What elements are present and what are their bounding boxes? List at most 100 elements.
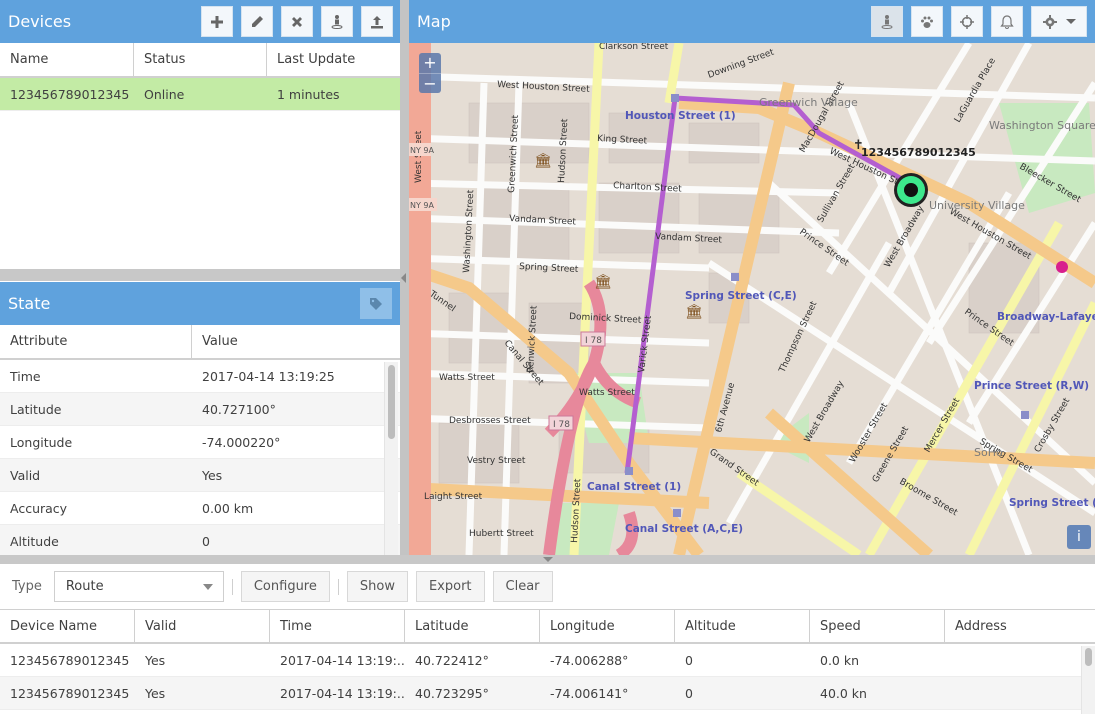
street-view-icon bbox=[881, 14, 893, 29]
neighborhood-label: Washington Square Village bbox=[989, 119, 1095, 132]
street-label: Hubertt Street bbox=[469, 529, 534, 539]
street-label: Laight Street bbox=[424, 492, 483, 502]
collapse-arrow-icon[interactable] bbox=[543, 557, 553, 562]
paw-icon bbox=[921, 16, 933, 28]
state-row[interactable]: Longitude -74.000220° bbox=[0, 426, 400, 459]
map-canvas[interactable]: 🏛🏛🏛 ✝ West Houston Street King Street Ch… bbox=[409, 43, 1095, 555]
clear-button[interactable]: Clear bbox=[492, 571, 553, 602]
share-button[interactable] bbox=[361, 6, 393, 37]
bottom-splitter[interactable] bbox=[0, 555, 1095, 564]
report-type-value: Route bbox=[65, 579, 104, 594]
attribute-name: Longitude bbox=[10, 434, 73, 450]
left-splitter[interactable] bbox=[0, 269, 400, 281]
station-label: Canal Street (1) bbox=[587, 481, 681, 493]
neighborhood-label: SoHo bbox=[974, 446, 1003, 459]
type-label: Type bbox=[12, 579, 42, 594]
map-title: Map bbox=[417, 12, 451, 31]
attribute-value: Yes bbox=[202, 467, 223, 483]
device-name: 123456789012345 bbox=[10, 86, 130, 102]
show-button[interactable]: Show bbox=[346, 571, 408, 602]
attribute-name: Latitude bbox=[10, 401, 62, 417]
devices-title: Devices bbox=[8, 12, 72, 31]
state-row[interactable]: Time 2017-04-14 13:19:25 bbox=[0, 360, 400, 393]
street-label: Clarkson Street bbox=[599, 43, 669, 52]
svg-text:🏛: 🏛 bbox=[594, 273, 612, 290]
neighborhood-label: Greenwich Village bbox=[759, 96, 858, 109]
column-last-update[interactable]: Last Update bbox=[267, 43, 400, 76]
report-row[interactable]: 123456789012345 Yes 2017-04-14 13:19:...… bbox=[0, 644, 1095, 677]
devices-header: Devices bbox=[0, 0, 400, 43]
attribution-button[interactable]: i bbox=[1067, 525, 1091, 549]
cell-device-name: 123456789012345 bbox=[10, 652, 130, 668]
attribute-value: 40.727100° bbox=[202, 401, 276, 417]
state-row[interactable]: Latitude 40.727100° bbox=[0, 393, 400, 426]
devices-panel: Devices Name Status Last Update 12345678… bbox=[0, 0, 400, 269]
state-row[interactable]: Valid Yes bbox=[0, 459, 400, 492]
zoom-out-button[interactable]: − bbox=[419, 73, 441, 93]
export-button[interactable]: Export bbox=[415, 571, 485, 602]
edit-device-button[interactable] bbox=[241, 6, 273, 37]
column-speed[interactable]: Speed bbox=[810, 610, 945, 642]
report-scrollbar[interactable] bbox=[1081, 646, 1095, 714]
column-name[interactable]: Name bbox=[0, 43, 134, 76]
column-altitude[interactable]: Altitude bbox=[675, 610, 810, 642]
state-row[interactable]: Accuracy 0.00 km bbox=[0, 492, 400, 525]
station-label: Prince Street (R,W) bbox=[974, 380, 1089, 392]
scrollbar-thumb[interactable] bbox=[1085, 648, 1092, 666]
cell-time: 2017-04-14 13:19:... bbox=[280, 652, 405, 668]
station-label: Canal Street (A,C,E) bbox=[625, 523, 743, 535]
attribute-name: Time bbox=[10, 368, 41, 384]
highway-shield-label: I 78 bbox=[585, 336, 602, 346]
map-panel: Map 🏛 🏛 🏛 ✝ West Houston Street King Str… bbox=[409, 0, 1095, 555]
column-address[interactable]: Address bbox=[945, 610, 1095, 642]
column-device-name[interactable]: Device Name bbox=[0, 610, 135, 642]
column-valid[interactable]: Valid bbox=[135, 610, 270, 642]
street-label: Desbrosses Street bbox=[449, 416, 531, 426]
highway-shield-label: NY 9A bbox=[410, 146, 435, 155]
zoom-in-button[interactable]: + bbox=[419, 53, 441, 73]
upload-icon bbox=[371, 15, 383, 28]
column-status[interactable]: Status bbox=[134, 43, 267, 76]
chevron-down-icon bbox=[1066, 19, 1076, 24]
vertical-splitter[interactable] bbox=[400, 0, 409, 555]
cell-address bbox=[945, 677, 1075, 709]
settings-menu-button[interactable] bbox=[1031, 6, 1087, 37]
locate-button[interactable] bbox=[951, 6, 983, 37]
state-rows: Time 2017-04-14 13:19:25 Latitude 40.72710… bbox=[0, 360, 400, 555]
column-time[interactable]: Time bbox=[270, 610, 405, 642]
report-type-select[interactable]: Route bbox=[53, 571, 224, 602]
zoom-control: + − bbox=[419, 53, 441, 93]
cell-longitude: -74.006141° bbox=[550, 685, 629, 701]
neighborhood-label: University Village bbox=[929, 199, 1025, 212]
highway-shield-label: I 78 bbox=[553, 420, 570, 430]
device-row[interactable]: 123456789012345 Online 1 minutes bbox=[0, 78, 400, 111]
crosshairs-icon bbox=[960, 14, 974, 29]
attribute-name: Accuracy bbox=[10, 500, 68, 516]
toolbar-separator bbox=[337, 578, 339, 595]
column-longitude[interactable]: Longitude bbox=[540, 610, 675, 642]
cell-valid: Yes bbox=[145, 685, 166, 701]
column-attribute[interactable]: Attribute bbox=[0, 325, 192, 358]
collapse-arrow-icon[interactable] bbox=[401, 273, 406, 283]
station-label: Broadway-Lafayette bbox=[997, 311, 1095, 323]
configure-button[interactable]: Configure bbox=[240, 571, 330, 602]
toolbar-separator bbox=[231, 578, 233, 595]
add-device-button[interactable] bbox=[201, 6, 233, 37]
show-geofences-button[interactable] bbox=[871, 6, 903, 37]
report-grid-header: Device Name Valid Time Latitude Longitud… bbox=[0, 609, 1095, 644]
remove-device-button[interactable] bbox=[281, 6, 313, 37]
computed-attributes-button[interactable] bbox=[360, 288, 392, 319]
street-label: West Street bbox=[414, 130, 424, 183]
column-latitude[interactable]: Latitude bbox=[405, 610, 540, 642]
notifications-button[interactable] bbox=[991, 6, 1023, 37]
state-header: State bbox=[0, 282, 400, 325]
report-row[interactable]: 123456789012345 Yes 2017-04-14 13:19:...… bbox=[0, 677, 1095, 710]
station-label: Spring Street (6) bbox=[1009, 497, 1095, 509]
bell-icon bbox=[1000, 14, 1014, 29]
column-value[interactable]: Value bbox=[192, 325, 400, 358]
state-scrollbar[interactable] bbox=[384, 362, 398, 555]
state-row[interactable]: Altitude 0 bbox=[0, 525, 400, 555]
scrollbar-thumb[interactable] bbox=[388, 365, 395, 439]
follow-button[interactable] bbox=[911, 6, 943, 37]
geofences-button[interactable] bbox=[321, 6, 353, 37]
